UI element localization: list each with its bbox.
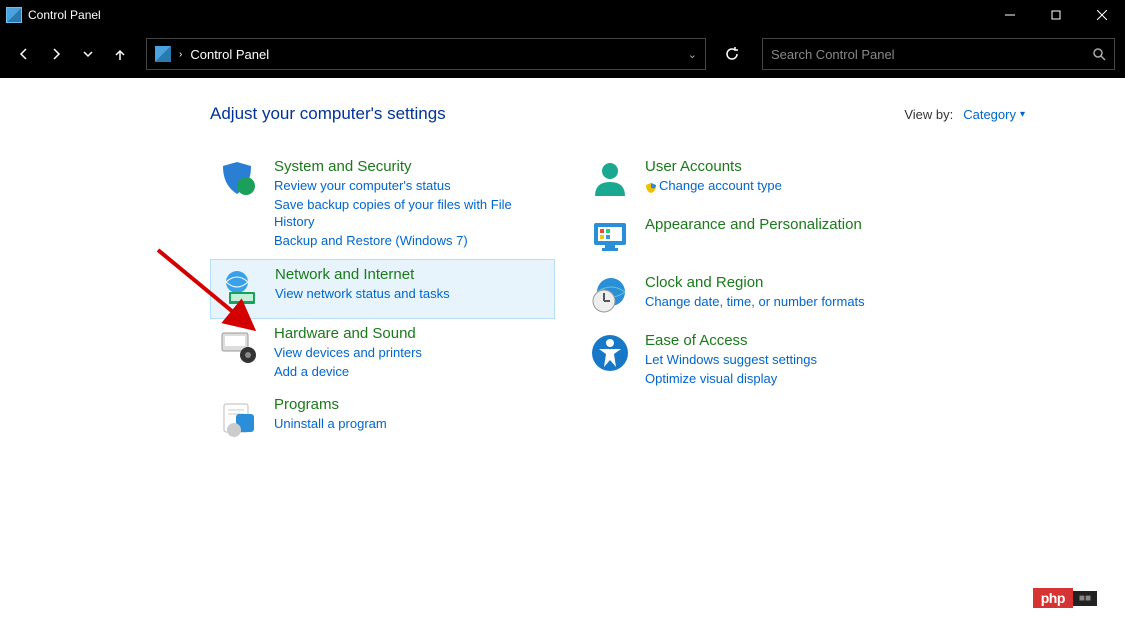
system-security-icon — [218, 158, 260, 200]
user-accounts-icon — [589, 158, 631, 200]
watermark: php ■■ — [1033, 588, 1097, 608]
category-appearance-personalization[interactable]: Appearance and Personalization — [581, 210, 926, 268]
category-programs[interactable]: Programs Uninstall a program — [210, 390, 555, 448]
category-ease-of-access[interactable]: Ease of Access Let Windows suggest settin… — [581, 326, 926, 397]
maximize-button[interactable] — [1033, 0, 1079, 30]
app-icon — [6, 7, 22, 23]
category-user-accounts[interactable]: User Accounts Change account type — [581, 152, 926, 210]
view-by-label: View by: — [904, 107, 953, 122]
address-bar-icon — [155, 46, 171, 62]
window-title: Control Panel — [28, 8, 987, 22]
category-system-security[interactable]: System and Security Review your computer'… — [210, 152, 555, 259]
category-link[interactable]: Uninstall a program — [274, 415, 547, 433]
minimize-button[interactable] — [987, 0, 1033, 30]
ease-of-access-icon — [589, 332, 631, 374]
up-button[interactable] — [106, 40, 134, 68]
category-title[interactable]: User Accounts — [645, 158, 918, 175]
category-link[interactable]: Backup and Restore (Windows 7) — [274, 232, 547, 250]
page-title: Adjust your computer's settings — [210, 104, 446, 124]
category-title[interactable]: Clock and Region — [645, 274, 918, 291]
address-bar[interactable]: › Control Panel ⌄ — [146, 38, 706, 70]
view-by-value[interactable]: Category ▾ — [963, 107, 1025, 122]
forward-button[interactable] — [42, 40, 70, 68]
view-by-control[interactable]: View by: Category ▾ — [904, 107, 1025, 122]
watermark-cn: ■■ — [1073, 591, 1097, 606]
category-link[interactable]: Add a device — [274, 363, 547, 381]
category-title[interactable]: Ease of Access — [645, 332, 918, 349]
chevron-down-icon: ▾ — [1020, 109, 1025, 120]
close-button[interactable] — [1079, 0, 1125, 30]
back-button[interactable] — [10, 40, 38, 68]
watermark-php: php — [1033, 588, 1073, 608]
category-link[interactable]: Save backup copies of your files with Fi… — [274, 196, 547, 231]
navigation-bar: › Control Panel ⌄ — [0, 30, 1125, 78]
shield-icon — [645, 181, 657, 193]
category-title[interactable]: Network and Internet — [275, 266, 546, 283]
search-input[interactable] — [771, 47, 1092, 62]
programs-icon — [218, 396, 260, 438]
category-link[interactable]: Change account type — [645, 177, 918, 195]
search-bar[interactable] — [762, 38, 1115, 70]
category-link[interactable]: Review your computer's status — [274, 177, 547, 195]
category-link[interactable]: View devices and printers — [274, 344, 547, 362]
chevron-down-icon[interactable]: ⌄ — [688, 48, 697, 61]
title-bar: Control Panel — [0, 0, 1125, 30]
category-link[interactable]: Change date, time, or number formats — [645, 293, 918, 311]
category-title[interactable]: Programs — [274, 396, 547, 413]
category-title[interactable]: Appearance and Personalization — [645, 216, 918, 233]
recent-locations-button[interactable] — [74, 40, 102, 68]
category-title[interactable]: Hardware and Sound — [274, 325, 547, 342]
category-link[interactable]: Optimize visual display — [645, 370, 918, 388]
category-title[interactable]: System and Security — [274, 158, 547, 175]
hardware-sound-icon — [218, 325, 260, 367]
category-hardware-sound[interactable]: Hardware and Sound View devices and print… — [210, 319, 555, 390]
category-clock-region[interactable]: Clock and Region Change date, time, or nu… — [581, 268, 926, 326]
category-link[interactable]: View network status and tasks — [275, 285, 546, 303]
network-internet-icon — [219, 266, 261, 308]
refresh-button[interactable] — [712, 38, 752, 70]
content-area: Adjust your computer's settings View by:… — [0, 78, 1125, 448]
appearance-personalization-icon — [589, 216, 631, 258]
search-icon — [1092, 47, 1106, 61]
category-network-internet[interactable]: Network and Internet View network status … — [210, 259, 555, 319]
breadcrumb-separator-icon: › — [179, 49, 182, 60]
clock-region-icon — [589, 274, 631, 316]
breadcrumb[interactable]: Control Panel — [190, 47, 269, 62]
category-link[interactable]: Let Windows suggest settings — [645, 351, 918, 369]
